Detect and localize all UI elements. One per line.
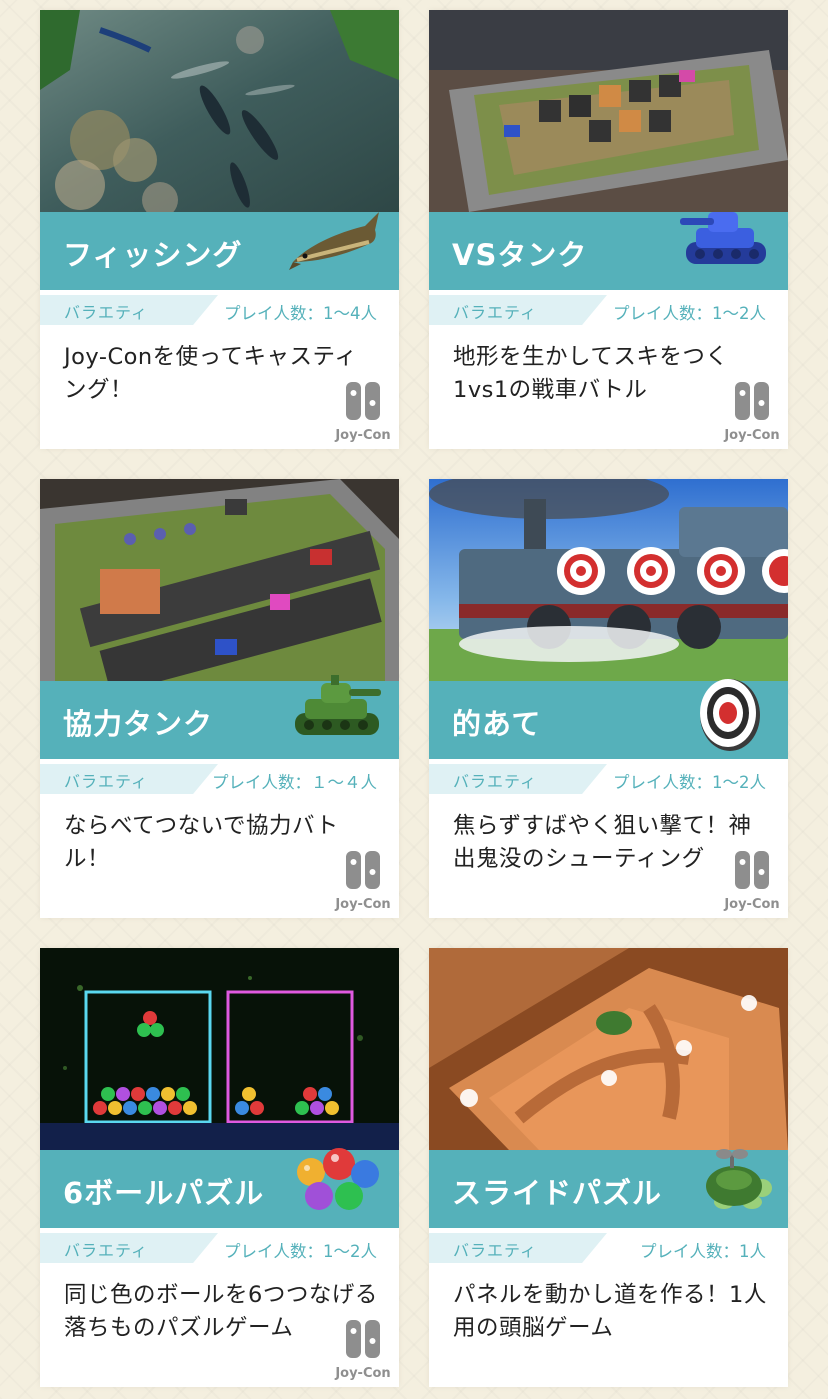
game-card-target[interactable]: 的あて バラエティ プレイ人数：1〜2人 焦らずすばやく狙い撃て！神出鬼没のシュ… xyxy=(429,479,788,918)
player-count: プレイ人数：1〜4人 xyxy=(224,304,377,323)
joycon-icon xyxy=(346,1320,380,1358)
player-count: プレイ人数：1〜2人 xyxy=(224,1242,377,1261)
game-title: フィッシング xyxy=(63,238,243,272)
title-band: 的あて xyxy=(429,679,788,759)
game-card-fishing[interactable]: フィッシング バラエティ プレイ人数：1〜4人 Joy-Conを使ってキャスティ… xyxy=(40,10,399,449)
joycon-indicator: Joy-Con xyxy=(333,1319,393,1381)
target-thumbnail xyxy=(429,479,788,681)
turtle-icon xyxy=(684,1142,774,1226)
fish-icon xyxy=(285,204,385,288)
title-band: VSタンク xyxy=(429,212,788,290)
genre-label: バラエティ xyxy=(453,772,538,791)
joycon-label: Joy-Con xyxy=(335,897,391,912)
genre-label: バラエティ xyxy=(453,303,538,322)
title-band: 6ボールパズル xyxy=(40,1148,399,1228)
joycon-icon xyxy=(346,851,380,889)
joycon-label: Joy-Con xyxy=(724,897,780,912)
genre-badge: バラエティ xyxy=(429,764,607,794)
player-count: プレイ人数：1〜2人 xyxy=(613,304,766,323)
joycon-label: Joy-Con xyxy=(335,1366,391,1381)
target-icon xyxy=(684,673,774,757)
game-card-slide-puzzle[interactable]: スライドパズル バラエティ プレイ人数：1人 パネルを動かし道を作る！1人用の頭… xyxy=(429,948,788,1387)
fishing-thumbnail xyxy=(40,10,399,212)
game-title: 協力タンク xyxy=(63,707,214,741)
joycon-label: Joy-Con xyxy=(724,428,780,443)
meta-row: バラエティ プレイ人数：1〜2人 xyxy=(40,1228,399,1264)
game-card-vs-tank[interactable]: VSタンク バラエティ プレイ人数：1〜2人 地形を生かしてスキをつく1vs1の… xyxy=(429,10,788,449)
joycon-icon xyxy=(735,382,769,420)
genre-badge: バラエティ xyxy=(40,1233,218,1263)
balls-icon xyxy=(289,1142,385,1218)
player-count: プレイ人数：１〜４人 xyxy=(212,773,377,792)
game-description: 焦らずすばやく狙い撃て！神出鬼没のシューティング xyxy=(453,813,752,872)
green-tank-icon xyxy=(289,673,385,747)
joycon-icon xyxy=(346,382,380,420)
vs-tank-thumbnail xyxy=(429,10,788,212)
game-title: 的あて xyxy=(452,707,542,741)
game-description: Joy-Conを使ってキャスティング！ xyxy=(64,344,358,403)
genre-label: バラエティ xyxy=(453,1241,538,1260)
game-description: 地形を生かしてスキをつく1vs1の戦車バトル xyxy=(453,344,729,403)
meta-row: バラエティ プレイ人数：1〜4人 xyxy=(40,290,399,326)
game-title: VSタンク xyxy=(452,238,588,272)
joycon-indicator: Joy-Con xyxy=(722,381,782,443)
meta-row: バラエティ プレイ人数：１〜４人 xyxy=(40,759,399,795)
meta-row: バラエティ プレイ人数：1〜2人 xyxy=(429,290,788,326)
meta-row: バラエティ プレイ人数：1〜2人 xyxy=(429,759,788,795)
ball-puzzle-thumbnail xyxy=(40,948,399,1150)
game-description: 同じ色のボールを6つつなげる落ちものパズルゲーム xyxy=(64,1282,378,1341)
coop-tank-thumbnail xyxy=(40,479,399,681)
blue-tank-icon xyxy=(678,204,774,278)
meta-row: バラエティ プレイ人数：1人 xyxy=(429,1228,788,1264)
joycon-indicator: Joy-Con xyxy=(722,850,782,912)
game-description: ならべてつないで協力バトル！ xyxy=(64,813,339,872)
joycon-icon xyxy=(735,851,769,889)
title-band: 協力タンク xyxy=(40,675,399,759)
genre-label: バラエティ xyxy=(64,772,149,791)
title-band: フィッシング xyxy=(40,212,399,290)
joycon-indicator: Joy-Con xyxy=(333,381,393,443)
genre-badge: バラエティ xyxy=(429,295,607,325)
genre-label: バラエティ xyxy=(64,303,149,322)
title-band: スライドパズル xyxy=(429,1149,788,1228)
game-card-6-ball-puzzle[interactable]: 6ボールパズル バラエティ プレイ人数：1〜2人 同じ色のボールを6つつなげる落… xyxy=(40,948,399,1387)
genre-label: バラエティ xyxy=(64,1241,149,1260)
genre-badge: バラエティ xyxy=(429,1233,607,1263)
game-card-coop-tank[interactable]: 協力タンク バラエティ プレイ人数：１〜４人 ならべてつないで協力バトル！ Jo… xyxy=(40,479,399,918)
genre-badge: バラエティ xyxy=(40,764,218,794)
joycon-label: Joy-Con xyxy=(335,428,391,443)
game-title: 6ボールパズル xyxy=(63,1176,265,1210)
slide-puzzle-thumbnail xyxy=(429,948,788,1150)
joycon-indicator: Joy-Con xyxy=(333,850,393,912)
game-description: パネルを動かし道を作る！1人用の頭脳ゲーム xyxy=(453,1282,767,1341)
game-title: スライドパズル xyxy=(452,1176,663,1210)
genre-badge: バラエティ xyxy=(40,295,218,325)
player-count: プレイ人数：1人 xyxy=(640,1242,766,1261)
player-count: プレイ人数：1〜2人 xyxy=(613,773,766,792)
